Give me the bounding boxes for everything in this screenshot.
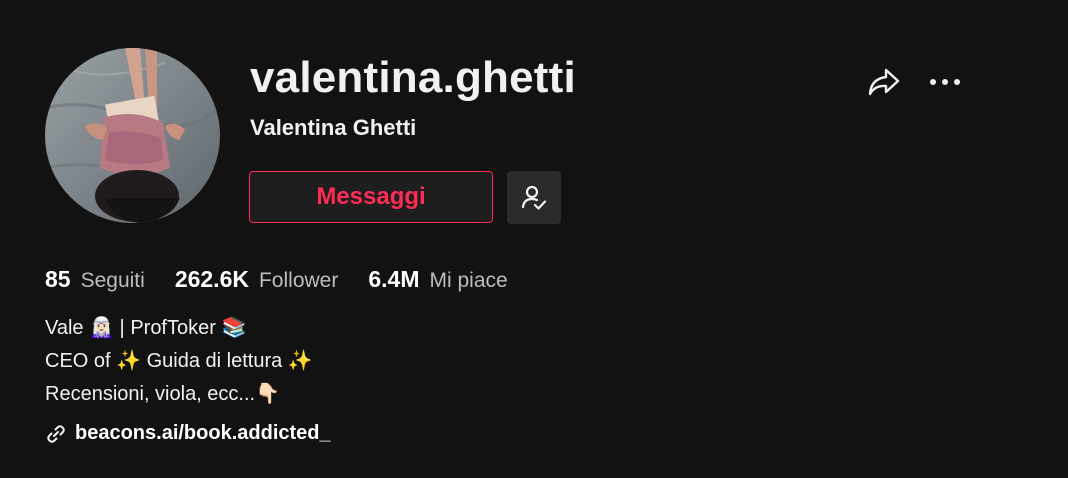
share-button[interactable] — [866, 64, 902, 100]
bio-line: Recensioni, viola, ecc...👇🏻 — [45, 383, 280, 405]
stat-followers[interactable]: 262.6K Follower — [175, 264, 339, 296]
stat-following[interactable]: 85 Seguiti — [45, 264, 145, 296]
stat-label: Mi piace — [429, 269, 508, 292]
avatar[interactable] — [45, 48, 220, 223]
stat-number: 6.4M — [368, 266, 420, 292]
profile-link[interactable]: beacons.ai/book.addicted_ — [45, 422, 331, 445]
stat-label: Seguiti — [80, 269, 145, 292]
stat-number: 262.6K — [174, 266, 249, 292]
bio-line: CEO of ✨ Guida di lettura ✨ — [45, 350, 313, 372]
share-arrow-icon — [868, 68, 900, 96]
link-icon — [47, 424, 65, 443]
bio: Vale 🧝🏻‍♀️ | ProfToker 📚 CEO of ✨ Guida … — [45, 312, 313, 411]
stat-likes: 6.4M Mi piace — [368, 264, 507, 296]
profile-page: valentina.ghetti Valentina Ghetti Messag… — [0, 0, 1068, 478]
message-button[interactable]: Messaggi — [249, 171, 493, 223]
avatar-photo — [45, 48, 220, 223]
more-button[interactable] — [926, 64, 964, 100]
more-dots-icon — [930, 79, 960, 85]
user-check-icon — [521, 185, 547, 210]
bio-line: Vale 🧝🏻‍♀️ | ProfToker 📚 — [45, 317, 247, 339]
stat-number: 85 — [45, 266, 71, 292]
profile-stats: 85 Seguiti 262.6K Follower 6.4M Mi piace — [45, 264, 538, 296]
stat-label: Follower — [258, 269, 339, 292]
link-text[interactable]: beacons.ai/book.addicted_ — [75, 422, 331, 445]
display-name: Valentina Ghetti — [250, 115, 417, 140]
username: valentina.ghetti — [250, 53, 576, 102]
following-button[interactable] — [507, 171, 561, 224]
